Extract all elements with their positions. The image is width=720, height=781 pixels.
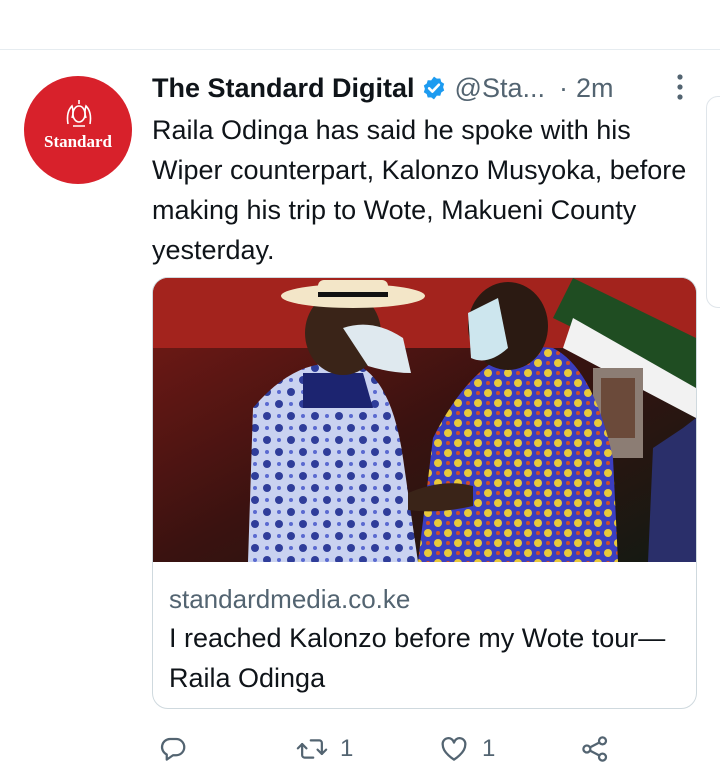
reply-icon	[160, 737, 186, 761]
author-handle[interactable]: @Sta...	[455, 73, 545, 104]
crest-icon	[66, 100, 92, 127]
avatar-brand-text: Standard	[43, 132, 113, 151]
heart-icon	[441, 737, 467, 761]
share-button[interactable]	[580, 734, 610, 764]
retweet-button[interactable]: 1	[296, 734, 353, 764]
card-domain: standardmedia.co.ke	[169, 584, 411, 614]
article-photo	[153, 278, 696, 562]
avatar[interactable]: Standard	[24, 76, 132, 184]
separator-dot: ·	[558, 72, 568, 103]
adjacent-panel-edge	[706, 96, 720, 308]
author-name[interactable]: The Standard Digital	[152, 73, 415, 104]
tweet-actions: 1 1	[0, 730, 720, 770]
retweet-count: 1	[340, 735, 354, 762]
timestamp[interactable]: 2m	[576, 73, 614, 104]
tweet-text: Raila Odinga has said he spoke with his …	[152, 115, 687, 265]
more-options-icon[interactable]	[674, 72, 686, 102]
like-count: 1	[482, 735, 496, 762]
retweet-icon	[296, 739, 328, 759]
top-divider	[0, 49, 720, 50]
reply-button[interactable]	[158, 734, 188, 764]
share-icon	[582, 736, 608, 762]
card-title: I reached Kalonzo before my Wote tour— R…	[169, 623, 666, 693]
verified-badge-icon	[423, 76, 444, 100]
tweet-header: The Standard Digital @Sta... · 2m	[152, 70, 692, 106]
link-preview-card[interactable]: standardmedia.co.ke I reached Kalonzo be…	[152, 277, 697, 709]
like-button[interactable]: 1	[438, 734, 495, 764]
